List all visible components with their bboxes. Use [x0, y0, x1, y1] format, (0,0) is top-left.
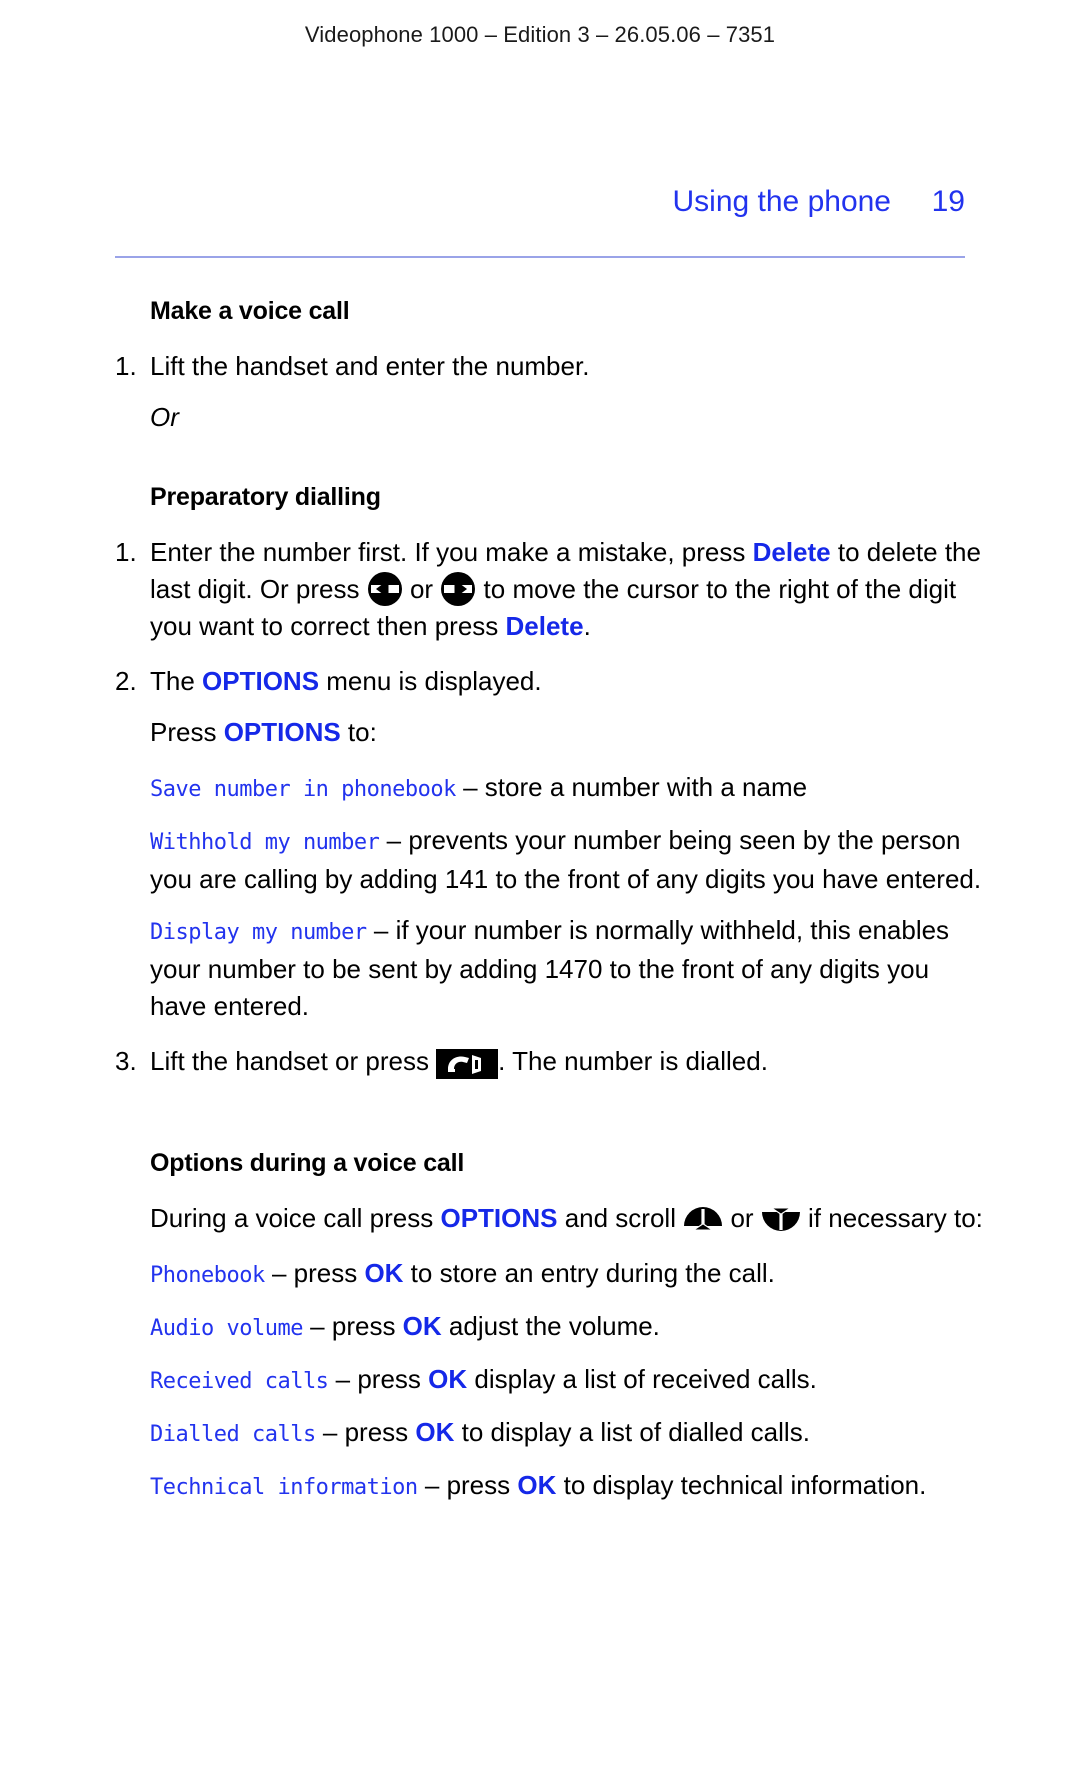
text-part: Press: [150, 717, 224, 747]
list-text-part: menu is displayed.: [319, 666, 542, 696]
call-option-dialled-calls: Dialled calls – press OK to display a li…: [150, 1414, 985, 1453]
option-description: – store a number with a name: [455, 772, 808, 802]
right-arrow-key-icon: [440, 571, 476, 607]
list-text-part: . The number is dialled.: [498, 1046, 768, 1076]
list-item: 2. The OPTIONS menu is displayed.: [115, 663, 985, 700]
text-part: to display a list of dialled calls.: [454, 1417, 810, 1447]
heading-options-during-a-voice-call: Options during a voice call: [150, 1149, 465, 1177]
call-option-phonebook: Phonebook – press OK to store an entry d…: [150, 1255, 985, 1294]
heading-preparatory-dialling: Preparatory dialling: [150, 483, 381, 511]
list-item: 3. Lift the handset or press . The numbe…: [115, 1043, 985, 1080]
delete-keyword: Delete: [505, 611, 584, 641]
list-number: 1.: [115, 351, 137, 381]
list-text-part: Enter the number first. If you make a mi…: [150, 537, 753, 567]
list-item-text: Lift the handset and enter the number.: [150, 351, 590, 381]
text-part: – press: [315, 1417, 416, 1447]
text-part: – press: [302, 1311, 403, 1341]
ok-keyword: OK: [364, 1258, 404, 1288]
document-body: Make a voice call 1. Lift the handset an…: [0, 296, 1080, 1506]
ok-keyword: OK: [517, 1470, 557, 1500]
options-keyword: OPTIONS: [440, 1203, 558, 1233]
lcd-label: Technical information: [150, 1475, 418, 1500]
list-text-part: or: [402, 574, 441, 604]
running-head: Videophone 1000 – Edition 3 – 26.05.06 –…: [304, 22, 776, 47]
lcd-label: Phonebook: [150, 1263, 265, 1288]
press-options-line: Press OPTIONS to:: [150, 714, 985, 751]
delete-keyword: Delete: [752, 537, 831, 567]
lcd-label: Audio volume: [150, 1316, 303, 1341]
text-part: – press: [417, 1470, 518, 1500]
ok-keyword: OK: [402, 1311, 442, 1341]
lcd-label: Display my number: [150, 920, 367, 945]
document-page: Videophone 1000 – Edition 3 – 26.05.06 –…: [0, 0, 1080, 1777]
list-number: 2.: [115, 666, 137, 696]
chapter-title: Using the phone: [672, 185, 892, 218]
lcd-label: Save number in phonebook: [150, 777, 456, 802]
option-entry-save-number: Save number in phonebook – store a numbe…: [150, 769, 985, 808]
list-text-part: The: [150, 666, 203, 696]
options-keyword: OPTIONS: [223, 717, 341, 747]
call-option-received-calls: Received calls – press OK display a list…: [150, 1361, 985, 1400]
text-part: to:: [340, 717, 377, 747]
header-rule: [115, 256, 965, 258]
page-number: 19: [931, 185, 965, 218]
lcd-label: Received calls: [150, 1369, 329, 1394]
left-arrow-key-icon: [367, 571, 403, 607]
scroll-up-key-icon: [683, 1206, 723, 1236]
call-option-technical-information: Technical information – press OK to disp…: [150, 1467, 985, 1506]
chapter-header: Using the phone 19: [115, 185, 966, 219]
list-item: 1. Enter the number first. If you make a…: [115, 534, 985, 645]
text-part: display a list of received calls.: [467, 1364, 817, 1394]
lcd-label: Dialled calls: [150, 1422, 316, 1447]
text-part: – press: [328, 1364, 429, 1394]
heading-make-a-voice-call: Make a voice call: [150, 297, 350, 325]
text-part: adjust the volume.: [441, 1311, 660, 1341]
list-number: 1.: [115, 537, 137, 567]
text-part: During a voice call press: [150, 1203, 441, 1233]
text-part: and scroll: [557, 1203, 684, 1233]
ok-keyword: OK: [428, 1364, 468, 1394]
call-option-audio-volume: Audio volume – press OK adjust the volum…: [150, 1308, 985, 1347]
list-text-part: .: [583, 611, 591, 641]
text-part: – press: [264, 1258, 365, 1288]
handset-key-icon: [436, 1049, 499, 1079]
text-part: or: [723, 1203, 761, 1233]
lcd-label: Withhold my number: [150, 830, 380, 855]
text-part: if necessary to:: [800, 1203, 983, 1233]
option-entry-display-my-number: Display my number – if your number is no…: [150, 912, 985, 1025]
list-number: 3.: [115, 1046, 137, 1076]
list-item: 1. Lift the handset and enter the number…: [115, 348, 985, 385]
text-part: to display technical information.: [556, 1470, 927, 1500]
option-entry-withhold-my-number: Withhold my number – prevents your numbe…: [150, 822, 985, 898]
list-text-part: Lift the handset or press: [150, 1046, 437, 1076]
options-during-call-intro: During a voice call press OPTIONS and sc…: [150, 1200, 985, 1237]
scroll-down-key-icon: [761, 1206, 801, 1236]
or-text: Or: [150, 402, 179, 432]
text-part: to store an entry during the call.: [403, 1258, 775, 1288]
options-keyword: OPTIONS: [202, 666, 320, 696]
ok-keyword: OK: [415, 1417, 455, 1447]
